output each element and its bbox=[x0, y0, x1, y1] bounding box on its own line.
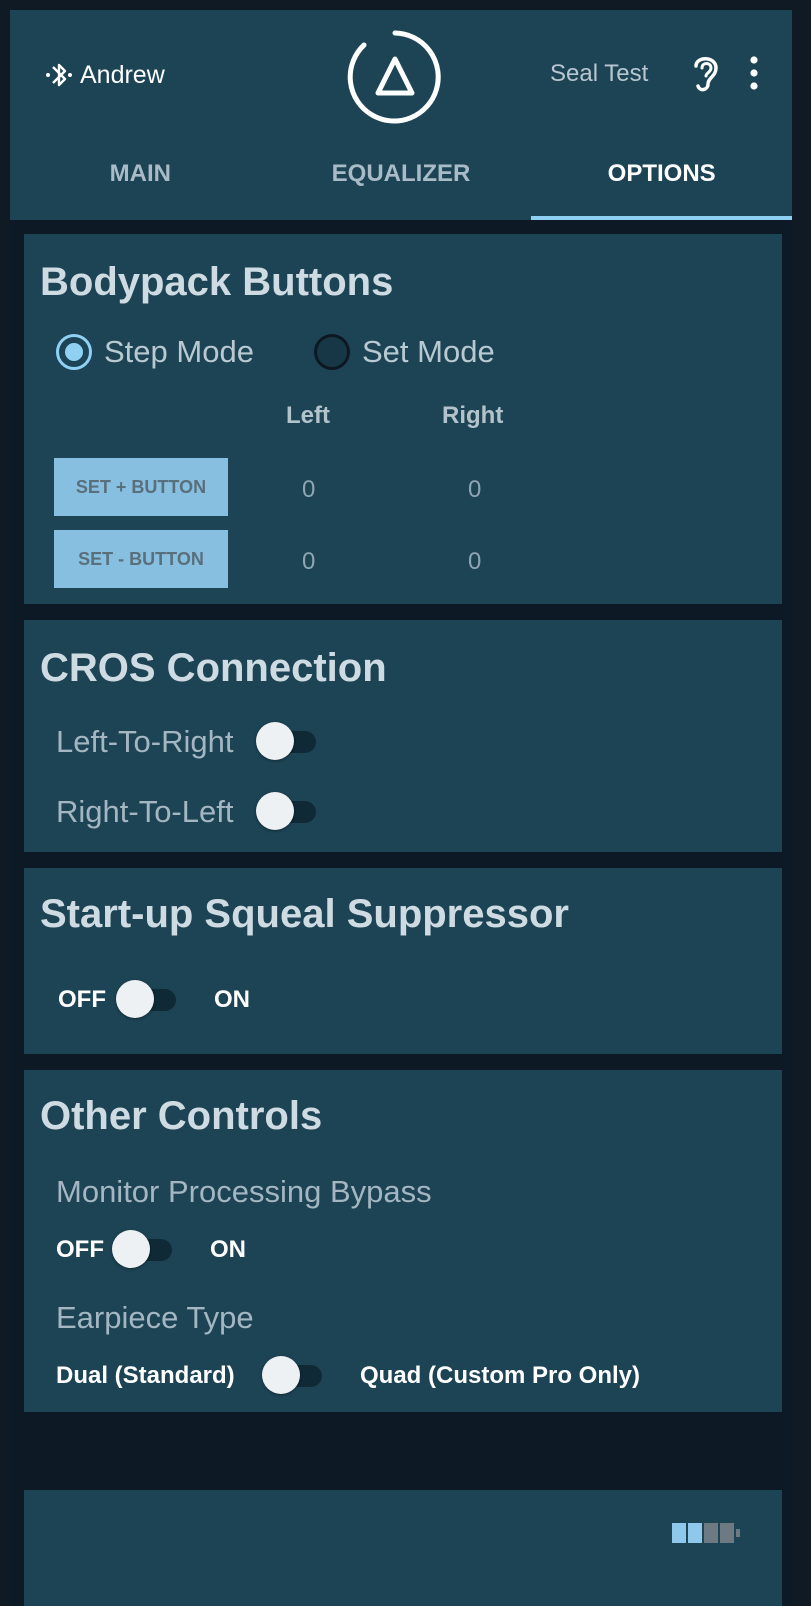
earpiece-dual-label: Dual (Standard) bbox=[56, 1362, 235, 1389]
monitor-bypass-label: Monitor Processing Bypass bbox=[56, 1174, 432, 1209]
bodypack-buttons-panel: Bodypack Buttons Step Mode Set Mode Left… bbox=[24, 234, 782, 604]
set-minus-button[interactable]: SET - BUTTON bbox=[54, 530, 228, 588]
bluetooth-icon bbox=[46, 63, 72, 87]
monitor-bypass-toggle[interactable] bbox=[112, 1230, 174, 1268]
column-left-header: Left bbox=[286, 402, 330, 429]
device-connection[interactable]: Andrew bbox=[44, 58, 165, 92]
status-bar bbox=[24, 1490, 782, 1606]
step-mode-label: Step Mode bbox=[104, 334, 254, 369]
left-to-right-toggle[interactable] bbox=[256, 722, 318, 760]
device-name: Andrew bbox=[80, 60, 165, 89]
squeal-suppressor-title: Start-up Squeal Suppressor bbox=[40, 892, 569, 936]
set-plus-right-value: 0 bbox=[468, 476, 482, 503]
squeal-off-label: OFF bbox=[58, 986, 106, 1013]
bodypack-buttons-title: Bodypack Buttons bbox=[40, 260, 394, 304]
squeal-suppressor-toggle[interactable] bbox=[116, 980, 178, 1018]
battery-cell bbox=[672, 1523, 686, 1543]
right-to-left-toggle[interactable] bbox=[256, 792, 318, 830]
more-vert-icon[interactable] bbox=[744, 54, 764, 94]
tab-bar: MAIN EQUALIZER OPTIONS bbox=[10, 150, 792, 220]
app-logo-icon bbox=[347, 30, 441, 124]
set-mode-label: Set Mode bbox=[362, 334, 495, 369]
left-to-right-label: Left-To-Right bbox=[56, 724, 234, 759]
step-mode-radio[interactable]: Step Mode bbox=[56, 334, 254, 370]
radio-unselected-indicator bbox=[314, 334, 350, 370]
bypass-on-label: ON bbox=[210, 1236, 246, 1263]
app-header: Andrew Seal Test MAIN EQUALIZER OPTIONS bbox=[10, 10, 792, 220]
right-to-left-label: Right-To-Left bbox=[56, 794, 234, 829]
battery-cell bbox=[720, 1523, 734, 1543]
cros-connection-title: CROS Connection bbox=[40, 646, 387, 690]
set-plus-left-value: 0 bbox=[302, 476, 316, 503]
radio-selected-indicator bbox=[56, 334, 92, 370]
earpiece-quad-label: Quad (Custom Pro Only) bbox=[360, 1362, 641, 1389]
bypass-off-label: OFF bbox=[56, 1236, 104, 1263]
set-mode-radio[interactable]: Set Mode bbox=[314, 334, 495, 370]
tab-main[interactable]: MAIN bbox=[10, 150, 271, 220]
set-minus-right-value: 0 bbox=[468, 548, 482, 575]
battery-cell bbox=[704, 1523, 718, 1543]
column-right-header: Right bbox=[442, 402, 504, 429]
other-controls-title: Other Controls bbox=[40, 1094, 323, 1138]
ear-icon[interactable] bbox=[684, 50, 724, 94]
tab-options[interactable]: OPTIONS bbox=[531, 150, 792, 220]
squeal-on-label: ON bbox=[214, 986, 250, 1013]
battery-icon bbox=[672, 1523, 740, 1543]
earpiece-type-toggle[interactable] bbox=[262, 1356, 324, 1394]
seal-test-label[interactable]: Seal Test bbox=[550, 60, 648, 88]
set-plus-button[interactable]: SET + BUTTON bbox=[54, 458, 228, 516]
other-controls-panel: Other Controls Monitor Processing Bypass… bbox=[24, 1070, 782, 1412]
set-minus-left-value: 0 bbox=[302, 548, 316, 575]
battery-cell bbox=[688, 1523, 702, 1543]
earpiece-type-label: Earpiece Type bbox=[56, 1300, 254, 1335]
battery-cap bbox=[736, 1529, 740, 1537]
squeal-suppressor-panel: Start-up Squeal Suppressor OFF ON bbox=[24, 868, 782, 1054]
cros-connection-panel: CROS Connection Left-To-Right Right-To-L… bbox=[24, 620, 782, 852]
tab-equalizer[interactable]: EQUALIZER bbox=[271, 150, 532, 220]
app-frame: Andrew Seal Test MAIN EQUALIZER OPTIONS … bbox=[10, 10, 792, 1606]
